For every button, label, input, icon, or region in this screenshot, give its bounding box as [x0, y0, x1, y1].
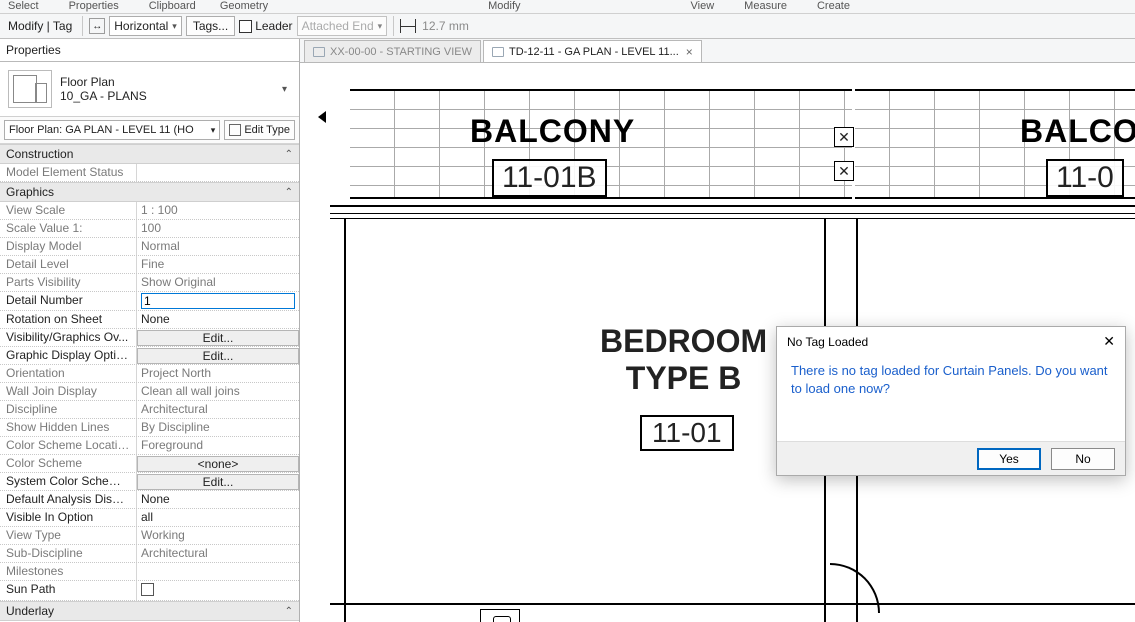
floor-plan-icon	[8, 70, 52, 108]
graphic-display-edit-button[interactable]: Edit...	[137, 348, 299, 364]
floor-slab-line	[330, 205, 1135, 219]
tab-ga-plan-level-11[interactable]: TD-12-11 - GA PLAN - LEVEL 11... ×	[483, 40, 702, 62]
collapse-icon: ⌃	[285, 187, 293, 198]
sun-path-checkbox[interactable]	[141, 583, 154, 596]
ribbon-panel-geometry: Geometry	[220, 0, 268, 12]
fixture-symbol	[480, 609, 520, 622]
collapse-icon: ⌃	[285, 606, 293, 617]
prop-color-scheme[interactable]: Color Scheme <none>	[0, 455, 299, 473]
leader-checkbox[interactable]: Leader	[239, 16, 292, 36]
chevron-down-icon: ▾	[172, 21, 177, 32]
room-tag-11-01: 11-01	[640, 415, 734, 451]
orientation-value: Horizontal	[114, 19, 168, 33]
no-button[interactable]: No	[1051, 448, 1115, 470]
ribbon-panel-create: Create	[817, 0, 850, 12]
prop-rotation-on-sheet[interactable]: Rotation on Sheet None	[0, 311, 299, 329]
orientation-dropdown[interactable]: Horizontal ▾	[109, 16, 182, 36]
prop-visible-in-option[interactable]: Visible In Option all	[0, 509, 299, 527]
instance-row: Floor Plan: GA PLAN - LEVEL 11 (HO ▾ Edi…	[0, 117, 299, 144]
orientation-toggle-icon[interactable]: ↔	[89, 18, 105, 34]
edit-type-button[interactable]: Edit Type	[224, 120, 295, 140]
chevron-down-icon: ▾	[211, 125, 216, 136]
type-selector[interactable]: Floor Plan 10_GA - PLANS ▾	[0, 62, 299, 117]
properties-title-bar: Properties ×	[0, 39, 299, 62]
prop-graphic-display[interactable]: Graphic Display Optio... Edit...	[0, 347, 299, 365]
prop-show-hidden-lines[interactable]: Show Hidden Lines By Discipline	[0, 419, 299, 437]
room-tag-11-01b: 11-01B	[492, 159, 607, 197]
instance-selector[interactable]: Floor Plan: GA PLAN - LEVEL 11 (HO ▾	[4, 120, 220, 140]
ribbon-panel-modify: Modify	[488, 0, 520, 12]
room-label-bedroom: BEDROOM TYPE B	[600, 323, 767, 397]
prop-view-type[interactable]: View Type Working	[0, 527, 299, 545]
chevron-down-icon: ▾	[278, 80, 291, 99]
prop-system-color-schemes[interactable]: System Color Schemes Edit...	[0, 473, 299, 491]
leader-length-icon	[400, 19, 416, 33]
room-label-balcony-2: BALCO	[1020, 113, 1135, 150]
properties-panel: Properties × Floor Plan 10_GA - PLANS ▾ …	[0, 39, 300, 622]
group-construction[interactable]: Construction ⌃	[0, 144, 299, 164]
view-icon	[492, 47, 504, 57]
tags-button[interactable]: Tags...	[186, 16, 235, 36]
yes-button[interactable]: Yes	[977, 448, 1041, 470]
prop-milestones[interactable]: Milestones	[0, 563, 299, 581]
collapse-icon: ⌃	[285, 149, 293, 160]
prop-detail-number[interactable]: Detail Number	[0, 292, 299, 311]
door-swing-arc	[780, 563, 880, 622]
no-tag-loaded-dialog: No Tag Loaded ✕ There is no tag loaded f…	[776, 326, 1126, 476]
detail-number-input[interactable]	[141, 293, 295, 309]
prop-wall-join[interactable]: Wall Join Display Clean all wall joins	[0, 383, 299, 401]
vg-edit-button[interactable]: Edit...	[137, 330, 299, 346]
wall-line	[344, 219, 346, 622]
close-icon[interactable]: ✕	[1103, 333, 1115, 350]
tab-starting-view[interactable]: XX-00-00 - STARTING VIEW	[304, 40, 481, 62]
dialog-footer: Yes No	[777, 441, 1125, 475]
close-icon[interactable]: ×	[686, 45, 693, 59]
prop-color-scheme-location[interactable]: Color Scheme Location Foreground	[0, 437, 299, 455]
attached-end-dropdown: Attached End ▾	[297, 16, 388, 36]
dialog-message: There is no tag loaded for Curtain Panel…	[777, 356, 1125, 441]
ribbon-panel-labels: Select Properties Clipboard Geometry Mod…	[0, 0, 1135, 13]
checkbox-icon	[239, 20, 252, 33]
group-underlay[interactable]: Underlay ⌃	[0, 601, 299, 621]
balcony-wall-hatch	[350, 89, 1135, 199]
room-tag-11-01b-2: 11-0	[1046, 159, 1124, 197]
prop-view-scale[interactable]: View Scale 1 : 100	[0, 202, 299, 220]
ribbon-panel-select: Select	[8, 0, 39, 12]
leader-length-value: 12.7 mm	[422, 19, 469, 33]
ribbon-panel-view: View	[691, 0, 715, 12]
properties-title: Properties	[6, 43, 61, 57]
room-label-balcony: BALCONY	[470, 113, 635, 150]
type-name: 10_GA - PLANS	[60, 89, 270, 103]
wall-line	[330, 603, 1135, 605]
dialog-title-bar[interactable]: No Tag Loaded ✕	[777, 327, 1125, 356]
structural-marker-icon	[834, 127, 854, 147]
ribbon-panel-clipboard: Clipboard	[149, 0, 196, 12]
mode-label: Modify | Tag	[4, 17, 76, 35]
color-scheme-button[interactable]: <none>	[137, 456, 299, 472]
prop-visibility-graphics[interactable]: Visibility/Graphics Ov... Edit...	[0, 329, 299, 347]
prop-discipline[interactable]: Discipline Architectural	[0, 401, 299, 419]
prop-default-analysis-display[interactable]: Default Analysis Displ... None	[0, 491, 299, 509]
options-bar: Modify | Tag ↔ Horizontal ▾ Tags... Lead…	[0, 13, 1135, 39]
ribbon-panel-properties: Properties	[69, 0, 119, 12]
type-family: Floor Plan	[60, 75, 270, 89]
prop-display-model[interactable]: Display Model Normal	[0, 238, 299, 256]
prop-sub-discipline[interactable]: Sub-Discipline Architectural	[0, 545, 299, 563]
view-icon	[313, 47, 325, 57]
edit-type-icon	[229, 124, 241, 136]
chevron-down-icon: ▾	[378, 21, 383, 32]
group-graphics[interactable]: Graphics ⌃	[0, 182, 299, 202]
dialog-title: No Tag Loaded	[787, 335, 868, 349]
view-tabs: XX-00-00 - STARTING VIEW TD-12-11 - GA P…	[300, 39, 1135, 63]
section-marker-icon	[318, 111, 326, 123]
prop-scale-value[interactable]: Scale Value 1: 100	[0, 220, 299, 238]
prop-detail-level[interactable]: Detail Level Fine	[0, 256, 299, 274]
prop-sun-path[interactable]: Sun Path	[0, 581, 299, 601]
prop-orientation[interactable]: Orientation Project North	[0, 365, 299, 383]
prop-model-element-status[interactable]: Model Element Status	[0, 164, 299, 182]
structural-marker-icon	[834, 161, 854, 181]
prop-parts-visibility[interactable]: Parts Visibility Show Original	[0, 274, 299, 292]
system-color-edit-button[interactable]: Edit...	[137, 474, 299, 490]
ribbon-panel-measure: Measure	[744, 0, 787, 12]
